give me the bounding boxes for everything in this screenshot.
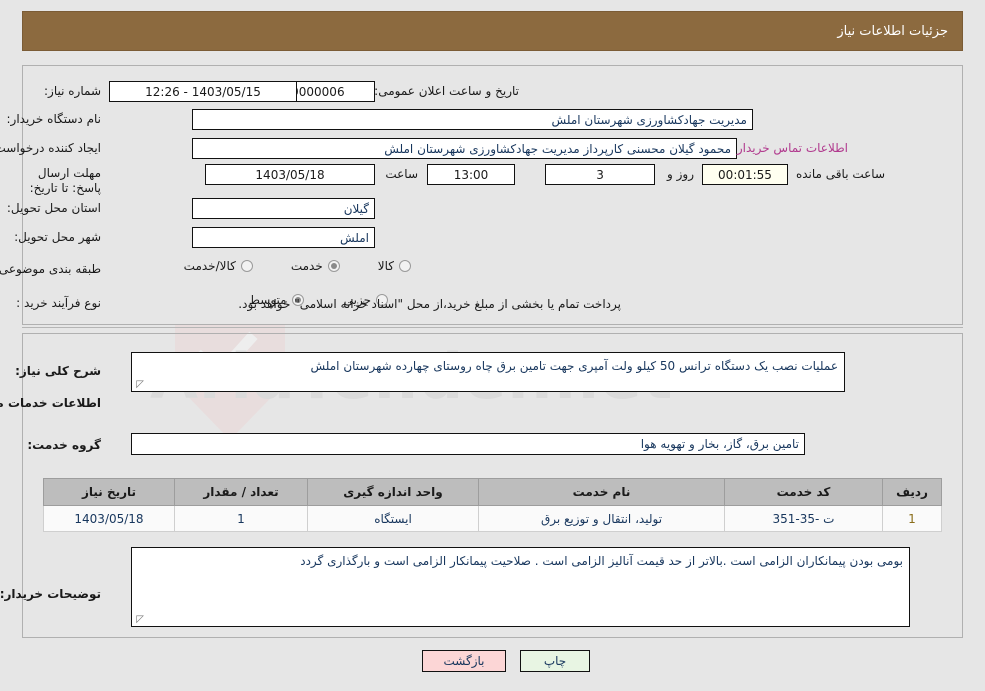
services-table: ردیف کد خدمت نام خدمت واحد اندازه گیری ت… <box>43 478 942 532</box>
col-quantity: تعداد / مقدار <box>174 478 308 506</box>
remaining-days-label: روز و <box>667 167 694 181</box>
col-code: کد خدمت <box>724 478 883 506</box>
treasury-note: پرداخت تمام یا بخشی از مبلغ خرید،از محل … <box>238 297 621 311</box>
table-row: 1 ت -35-351 تولید، انتقال و توزیع برق ای… <box>43 505 942 532</box>
public-announce-value: 1403/05/15 - 12:26 <box>109 81 297 102</box>
cell-unit: ایستگاه <box>307 505 479 532</box>
province-label: استان محل تحویل: <box>6 201 101 215</box>
cell-date: 1403/05/18 <box>43 505 175 532</box>
buyer-org-label: نام دستگاه خریدار: <box>6 112 102 126</box>
buyer-notes-label: توضیحات خریدار: <box>0 587 101 601</box>
category-option-goods-service-label: کالا/خدمت <box>183 259 236 273</box>
print-button[interactable]: چاپ <box>520 650 590 672</box>
category-option-service[interactable]: خدمت <box>291 259 340 273</box>
resize-grip-icon[interactable]: ◸ <box>134 380 144 390</box>
countdown-timer: 00:01:55 <box>702 164 788 185</box>
deadline-label: مهلت ارسال پاسخ: تا تاریخ: <box>29 166 101 195</box>
cell-code: ت -35-351 <box>724 505 883 532</box>
category-option-goods[interactable]: کالا <box>378 259 411 273</box>
province-value: گیلان <box>192 198 375 219</box>
creator-value: محمود گیلان محسنی کارپرداز مدیریت جهادکش… <box>192 138 737 159</box>
deadline-hour-label: ساعت <box>385 167 418 181</box>
category-radio-group[interactable]: کالا خدمت کالا/خدمت <box>184 259 411 273</box>
buyer-contact-link[interactable]: اطلاعات تماس خریدار <box>737 141 848 155</box>
description-textarea[interactable]: عملیات نصب یک دستگاه ترانس 50 کیلو ولت آ… <box>131 352 845 392</box>
service-group-label: گروه خدمت: <box>27 438 101 452</box>
page-root: AriaTender.net جزئیات اطلاعات نیاز شماره… <box>0 0 985 691</box>
buyer-notes-textarea[interactable]: بومی بودن پیمانکاران الزامی است .بالاتر … <box>131 547 910 627</box>
col-name: نام خدمت <box>478 478 725 506</box>
remaining-hours-label: ساعت باقی مانده <box>795 167 885 181</box>
radio-icon[interactable] <box>240 260 253 272</box>
category-label: طبقه بندی موضوعی: <box>0 262 101 276</box>
radio-icon[interactable] <box>327 260 340 272</box>
table-header-row: ردیف کد خدمت نام خدمت واحد اندازه گیری ت… <box>43 478 942 506</box>
cell-quantity: 1 <box>174 505 308 532</box>
city-value: املش <box>192 227 375 248</box>
description-label: شرح کلی نیاز: <box>15 364 101 378</box>
need-info-panel <box>22 65 963 325</box>
creator-label: ایجاد کننده درخواست: <box>0 141 101 155</box>
cell-name: تولید، انتقال و توزیع برق <box>478 505 725 532</box>
category-option-goods-label: کالا <box>377 259 394 273</box>
process-label: نوع فرآیند خرید : <box>16 296 101 310</box>
service-group-value: تامین برق، گاز، بخار و تهویه هوا <box>131 433 805 455</box>
cell-index: 1 <box>882 505 942 532</box>
deadline-time-value: 13:00 <box>427 164 515 185</box>
description-text: عملیات نصب یک دستگاه ترانس 50 کیلو ولت آ… <box>310 359 838 373</box>
page-title-text: جزئیات اطلاعات نیاز <box>837 23 948 39</box>
page-title: جزئیات اطلاعات نیاز <box>22 11 963 51</box>
deadline-date-value: 1403/05/18 <box>205 164 375 185</box>
need-number-label: شماره نیاز: <box>44 84 101 98</box>
col-index: ردیف <box>882 478 942 506</box>
col-unit: واحد اندازه گیری <box>307 478 479 506</box>
services-section-title: اطلاعات خدمات مورد نیاز <box>0 396 101 410</box>
radio-icon[interactable] <box>399 260 411 272</box>
category-option-goods-service[interactable]: کالا/خدمت <box>184 259 253 273</box>
buyer-org-value: مدیریت جهادکشاورزی شهرستان املش <box>192 109 753 130</box>
city-label: شهر محل تحویل: <box>14 230 101 244</box>
public-announce-label: تاریخ و ساعت اعلان عمومی: <box>374 84 519 98</box>
remaining-days-value: 3 <box>545 164 655 185</box>
section-divider <box>22 327 963 328</box>
resize-grip-icon[interactable]: ◸ <box>134 615 144 625</box>
buyer-notes-text: بومی بودن پیمانکاران الزامی است .بالاتر … <box>300 554 903 568</box>
col-date: تاریخ نیاز <box>43 478 175 506</box>
back-button[interactable]: بازگشت <box>422 650 506 672</box>
category-option-service-label: خدمت <box>290 259 323 273</box>
